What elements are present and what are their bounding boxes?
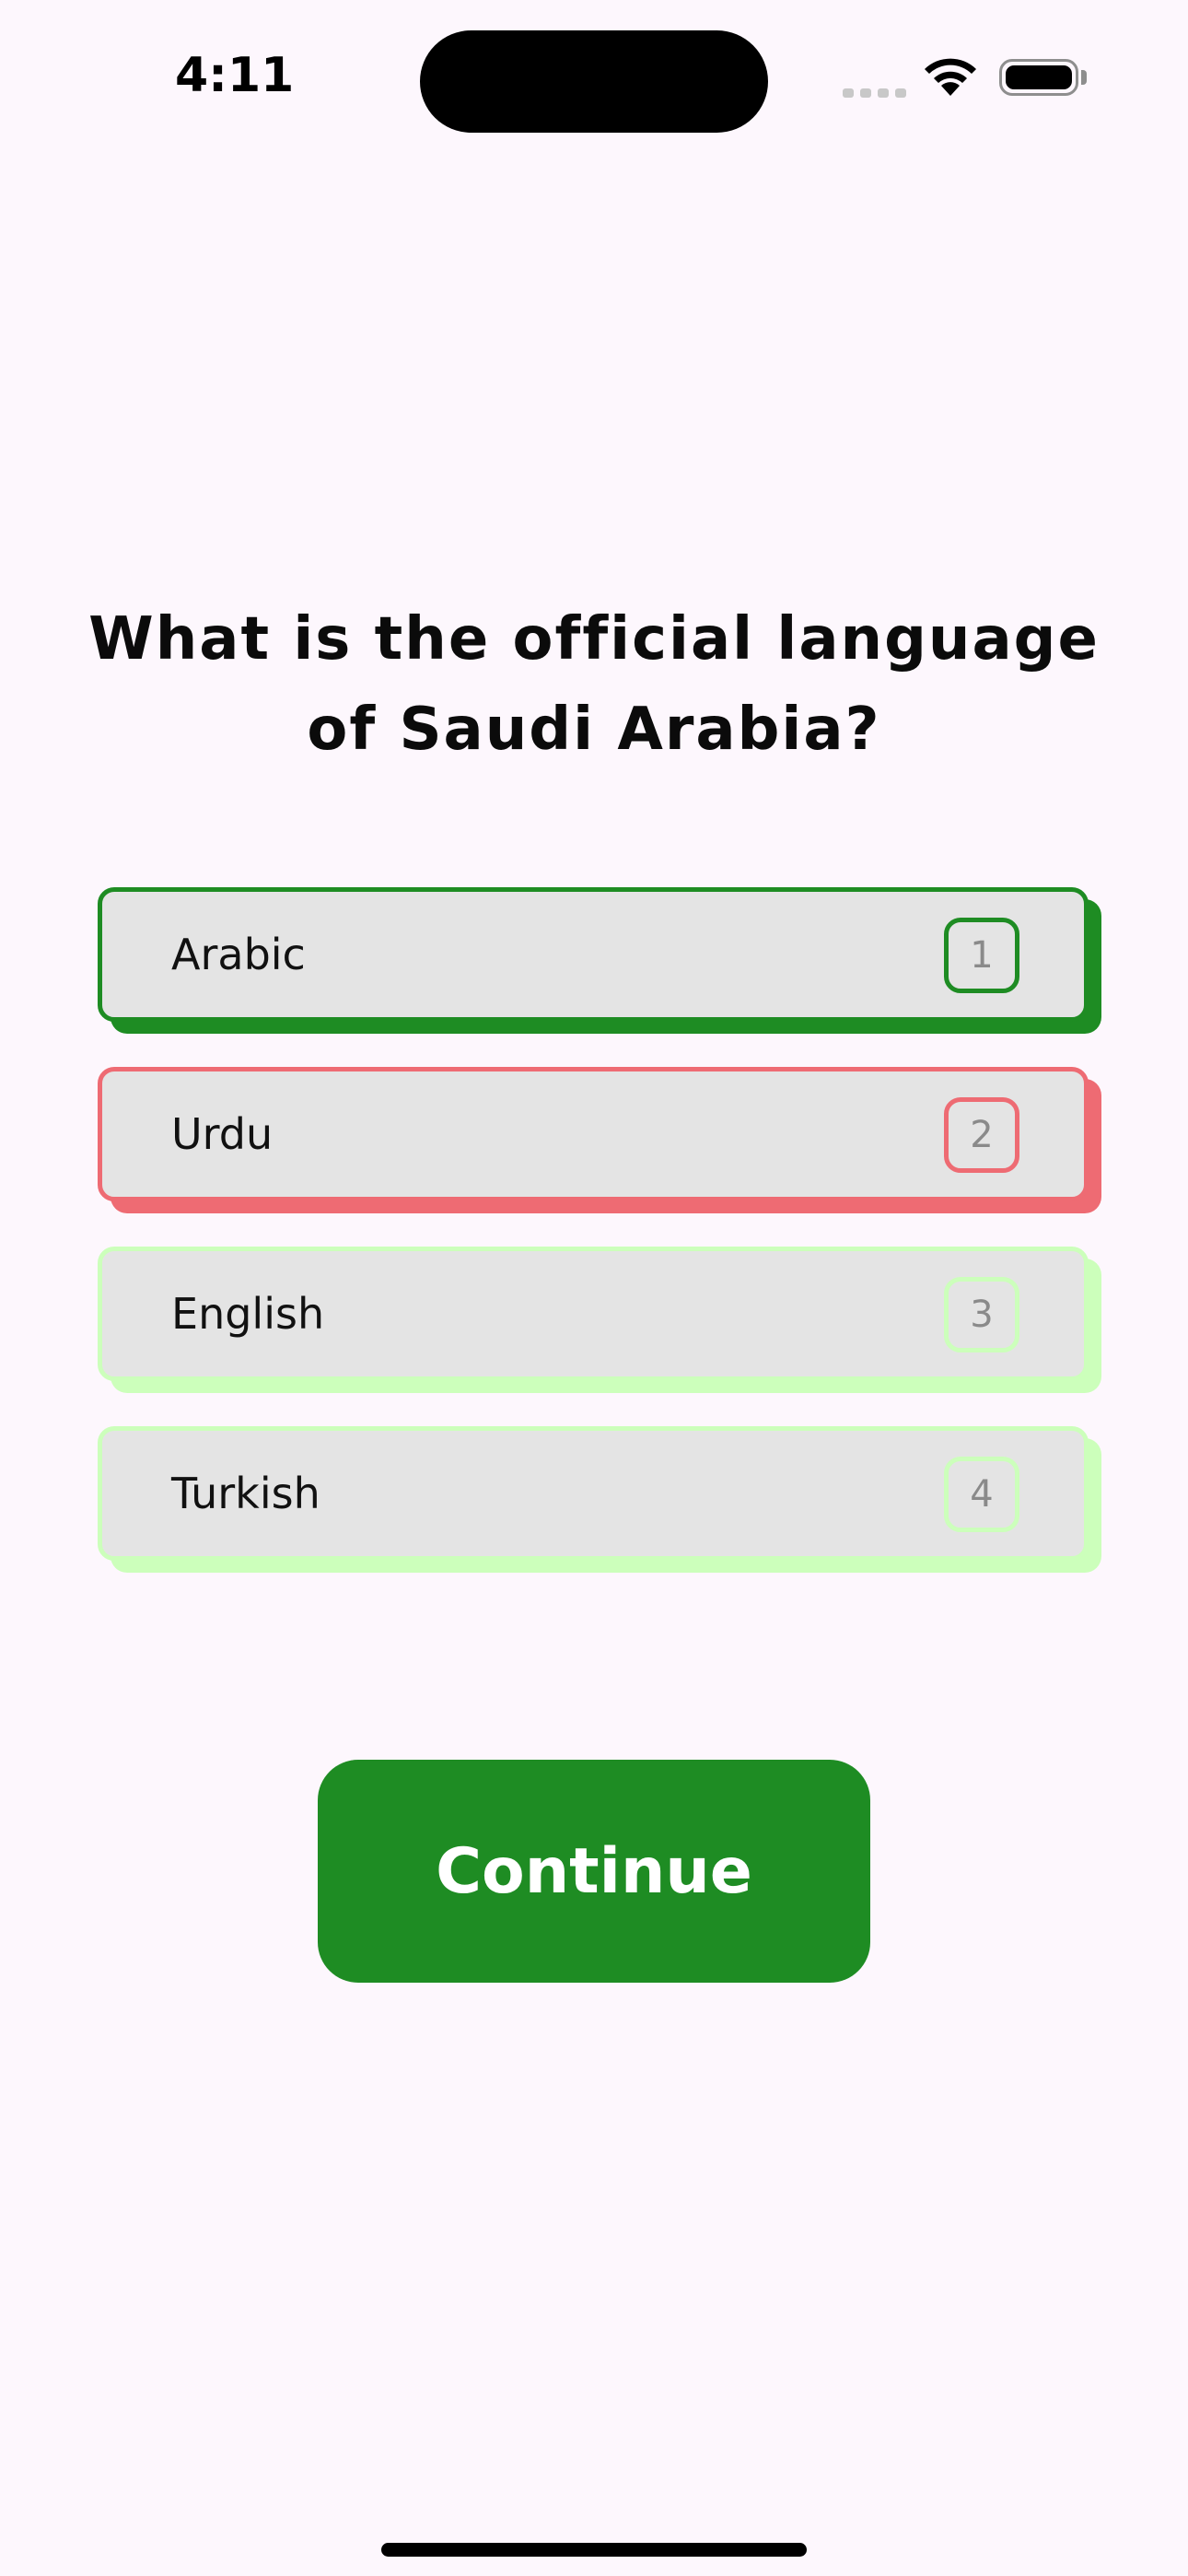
answer-key-badge: 1 (944, 918, 1019, 993)
answer-key-badge: 3 (944, 1277, 1019, 1352)
answer-key-badge: 2 (944, 1097, 1019, 1173)
status-bar: 4:11 (0, 0, 1188, 157)
home-indicator[interactable] (381, 2543, 807, 2557)
wifi-icon (921, 57, 980, 102)
answer-list: Arabic 1 Urdu 2 English 3 Turkish 4 (98, 887, 1101, 1606)
answer-option-english[interactable]: English 3 (98, 1247, 1089, 1381)
signal-icon (843, 88, 906, 98)
answer-option-urdu[interactable]: Urdu 2 (98, 1067, 1089, 1201)
battery-cap (1081, 70, 1087, 85)
status-time: 4:11 (175, 48, 295, 103)
battery-icon (999, 59, 1078, 96)
answer-label: English (171, 1289, 325, 1339)
continue-button[interactable]: Continue (318, 1760, 870, 1983)
answer-option-turkish[interactable]: Turkish 4 (98, 1426, 1089, 1561)
answer-label: Arabic (171, 930, 306, 979)
answer-label: Turkish (171, 1469, 320, 1518)
answer-option-arabic[interactable]: Arabic 1 (98, 887, 1089, 1022)
answer-key-badge: 4 (944, 1457, 1019, 1532)
answer-label: Urdu (171, 1109, 274, 1159)
dynamic-island (420, 30, 768, 133)
question-text: What is the official language of Saudi A… (88, 605, 1100, 764)
